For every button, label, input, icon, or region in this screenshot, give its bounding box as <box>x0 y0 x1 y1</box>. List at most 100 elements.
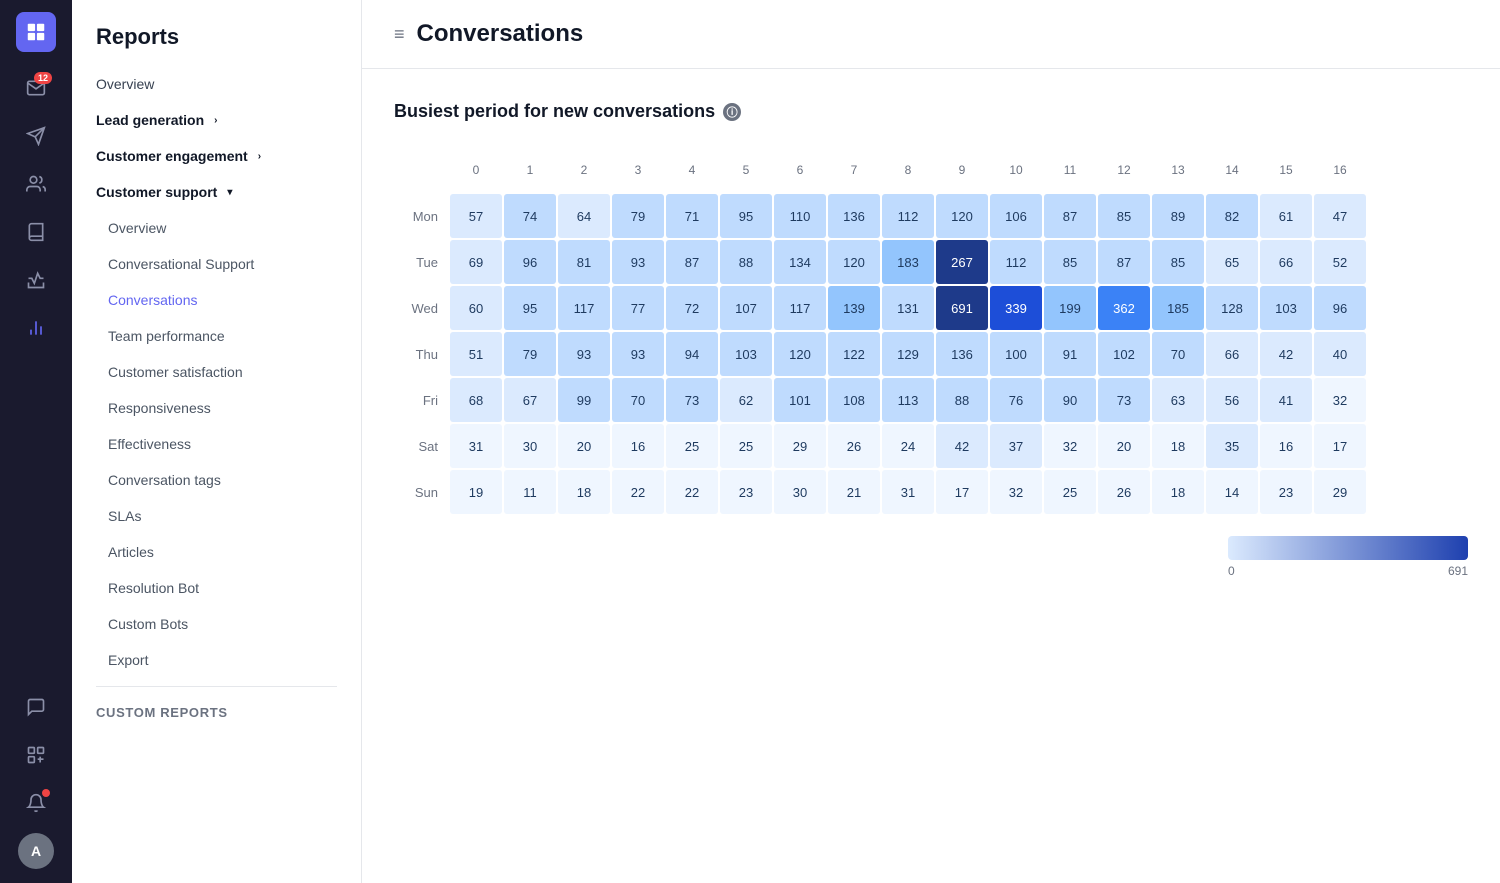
heatmap-cell[interactable]: 16 <box>612 424 664 468</box>
heatmap-cell[interactable]: 95 <box>504 286 556 330</box>
heatmap-cell[interactable]: 87 <box>1044 194 1096 238</box>
heatmap-cell[interactable]: 95 <box>720 194 772 238</box>
heatmap-cell[interactable]: 62 <box>720 378 772 422</box>
heatmap-cell[interactable]: 29 <box>774 424 826 468</box>
heatmap-cell[interactable]: 72 <box>666 286 718 330</box>
heatmap-cell[interactable]: 17 <box>936 470 988 514</box>
heatmap-cell[interactable]: 74 <box>504 194 556 238</box>
heatmap-cell[interactable]: 134 <box>774 240 826 284</box>
heatmap-cell[interactable]: 69 <box>450 240 502 284</box>
heatmap-cell[interactable]: 29 <box>1314 470 1366 514</box>
heatmap-cell[interactable]: 185 <box>1152 286 1204 330</box>
sidebar-sub-item-customer-satisfaction[interactable]: Customer satisfaction <box>72 354 361 390</box>
heatmap-cell[interactable]: 51 <box>450 332 502 376</box>
heatmap-cell[interactable]: 18 <box>1152 424 1204 468</box>
heatmap-cell[interactable]: 21 <box>828 470 880 514</box>
heatmap-cell[interactable]: 76 <box>990 378 1042 422</box>
heatmap-cell[interactable]: 52 <box>1314 240 1366 284</box>
heatmap-cell[interactable]: 32 <box>1044 424 1096 468</box>
inbox-nav-icon[interactable]: 12 <box>16 68 56 108</box>
heatmap-cell[interactable]: 32 <box>990 470 1042 514</box>
heatmap-cell[interactable]: 23 <box>720 470 772 514</box>
sidebar-item-customer-support[interactable]: Customer support ▾ <box>72 174 361 210</box>
heatmap-cell[interactable]: 73 <box>1098 378 1150 422</box>
heatmap-cell[interactable]: 691 <box>936 286 988 330</box>
heatmap-cell[interactable]: 61 <box>1260 194 1312 238</box>
heatmap-cell[interactable]: 41 <box>1260 378 1312 422</box>
sidebar-sub-item-responsiveness[interactable]: Responsiveness <box>72 390 361 426</box>
heatmap-cell[interactable]: 103 <box>1260 286 1312 330</box>
heatmap-cell[interactable]: 14 <box>1206 470 1258 514</box>
heatmap-cell[interactable]: 71 <box>666 194 718 238</box>
heatmap-cell[interactable]: 129 <box>882 332 934 376</box>
heatmap-cell[interactable]: 79 <box>504 332 556 376</box>
heatmap-cell[interactable]: 85 <box>1044 240 1096 284</box>
knowledge-nav-icon[interactable] <box>16 212 56 252</box>
sidebar-sub-item-conversational-support[interactable]: Conversational Support <box>72 246 361 282</box>
heatmap-cell[interactable]: 101 <box>774 378 826 422</box>
heatmap-cell[interactable]: 120 <box>774 332 826 376</box>
heatmap-cell[interactable]: 122 <box>828 332 880 376</box>
sidebar-item-overview[interactable]: Overview <box>72 66 361 102</box>
heatmap-cell[interactable]: 25 <box>720 424 772 468</box>
heatmap-cell[interactable]: 40 <box>1314 332 1366 376</box>
heatmap-cell[interactable]: 20 <box>558 424 610 468</box>
heatmap-cell[interactable]: 93 <box>612 240 664 284</box>
heatmap-cell[interactable]: 56 <box>1206 378 1258 422</box>
sidebar-sub-item-effectiveness[interactable]: Effectiveness <box>72 426 361 462</box>
heatmap-cell[interactable]: 131 <box>882 286 934 330</box>
heatmap-cell[interactable]: 42 <box>936 424 988 468</box>
sidebar-sub-item-export[interactable]: Export <box>72 642 361 678</box>
sidebar-item-lead-generation[interactable]: Lead generation › <box>72 102 361 138</box>
heatmap-cell[interactable]: 79 <box>612 194 664 238</box>
heatmap-cell[interactable]: 60 <box>450 286 502 330</box>
heatmap-cell[interactable]: 93 <box>612 332 664 376</box>
heatmap-cell[interactable]: 120 <box>828 240 880 284</box>
menu-icon[interactable]: ≡ <box>394 24 405 45</box>
heatmap-cell[interactable]: 57 <box>450 194 502 238</box>
heatmap-cell[interactable]: 107 <box>720 286 772 330</box>
heatmap-cell[interactable]: 25 <box>666 424 718 468</box>
apps-nav-icon[interactable] <box>16 735 56 775</box>
reports-nav-icon[interactable] <box>16 308 56 348</box>
heatmap-cell[interactable]: 63 <box>1152 378 1204 422</box>
heatmap-cell[interactable]: 91 <box>1044 332 1096 376</box>
heatmap-cell[interactable]: 94 <box>666 332 718 376</box>
sidebar-item-customer-engagement[interactable]: Customer engagement › <box>72 138 361 174</box>
heatmap-cell[interactable]: 88 <box>936 378 988 422</box>
sidebar-sub-item-conversations[interactable]: Conversations <box>72 282 361 318</box>
sidebar-sub-item-custom-bots[interactable]: Custom Bots <box>72 606 361 642</box>
sidebar-sub-item-slas[interactable]: SLAs <box>72 498 361 534</box>
sidebar-sub-item-cs-overview[interactable]: Overview <box>72 210 361 246</box>
send-nav-icon[interactable] <box>16 116 56 156</box>
heatmap-cell[interactable]: 90 <box>1044 378 1096 422</box>
heatmap-cell[interactable]: 85 <box>1152 240 1204 284</box>
heatmap-cell[interactable]: 96 <box>504 240 556 284</box>
sidebar-sub-item-resolution-bot[interactable]: Resolution Bot <box>72 570 361 606</box>
sidebar-sub-item-articles[interactable]: Articles <box>72 534 361 570</box>
avatar[interactable]: A <box>16 831 56 871</box>
sidebar-sub-item-team-performance[interactable]: Team performance <box>72 318 361 354</box>
heatmap-cell[interactable]: 113 <box>882 378 934 422</box>
heatmap-cell[interactable]: 103 <box>720 332 772 376</box>
heatmap-cell[interactable]: 267 <box>936 240 988 284</box>
heatmap-cell[interactable]: 112 <box>990 240 1042 284</box>
heatmap-cell[interactable]: 47 <box>1314 194 1366 238</box>
heatmap-cell[interactable]: 120 <box>936 194 988 238</box>
heatmap-cell[interactable]: 16 <box>1260 424 1312 468</box>
heatmap-cell[interactable]: 81 <box>558 240 610 284</box>
chat-nav-icon[interactable] <box>16 687 56 727</box>
heatmap-cell[interactable]: 37 <box>990 424 1042 468</box>
heatmap-cell[interactable]: 26 <box>1098 470 1150 514</box>
heatmap-cell[interactable]: 102 <box>1098 332 1150 376</box>
inbox2-nav-icon[interactable] <box>16 260 56 300</box>
heatmap-cell[interactable]: 85 <box>1098 194 1150 238</box>
heatmap-cell[interactable]: 93 <box>558 332 610 376</box>
heatmap-cell[interactable]: 87 <box>1098 240 1150 284</box>
heatmap-cell[interactable]: 22 <box>612 470 664 514</box>
heatmap-cell[interactable]: 64 <box>558 194 610 238</box>
heatmap-cell[interactable]: 22 <box>666 470 718 514</box>
heatmap-cell[interactable]: 136 <box>936 332 988 376</box>
heatmap-cell[interactable]: 139 <box>828 286 880 330</box>
info-icon[interactable]: ⓘ <box>723 103 741 121</box>
